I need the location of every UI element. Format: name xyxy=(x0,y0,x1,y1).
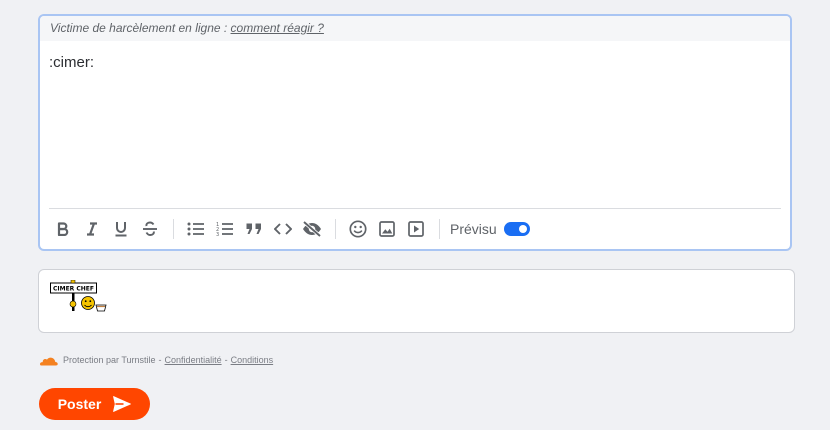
image-icon[interactable] xyxy=(373,215,401,243)
turnstile-footer: Protection par Turnstile - Confidentiali… xyxy=(38,353,273,367)
numbered-list-icon[interactable]: 123 xyxy=(211,215,239,243)
spoiler-hidden-icon[interactable] xyxy=(298,215,326,243)
message-editor[interactable]: Victime de harcèlement en ligne : commen… xyxy=(38,14,792,251)
harassment-notice: Victime de harcèlement en ligne : commen… xyxy=(40,16,790,41)
protection-text: Protection par Turnstile xyxy=(63,355,156,365)
privacy-link[interactable]: Confidentialité xyxy=(165,355,222,365)
how-to-react-link[interactable]: comment réagir ? xyxy=(231,21,324,35)
cloudflare-icon xyxy=(40,357,58,365)
send-icon xyxy=(113,396,132,412)
preview-toggle[interactable] xyxy=(503,222,530,236)
preview-label: Prévisu xyxy=(450,221,497,237)
separator: - xyxy=(158,355,162,365)
post-button-label: Poster xyxy=(57,396,102,412)
post-button[interactable]: Poster xyxy=(39,388,150,420)
strikethrough-icon[interactable] xyxy=(136,215,164,243)
video-icon[interactable] xyxy=(402,215,430,243)
svg-text:3: 3 xyxy=(216,232,219,237)
notice-text: Victime de harcèlement en ligne : xyxy=(50,21,231,35)
cimer-smiley-image: CIMER CHEF xyxy=(50,280,107,312)
formatting-toolbar: 123 Prévisu xyxy=(49,208,781,249)
editor-content[interactable]: :cimer: xyxy=(49,54,94,71)
preview-toggle-knob xyxy=(518,225,527,233)
italic-icon[interactable] xyxy=(78,215,106,243)
terms-link[interactable]: Conditions xyxy=(231,355,274,365)
bold-icon[interactable] xyxy=(49,215,77,243)
bullet-list-icon[interactable] xyxy=(182,215,210,243)
separator: - xyxy=(224,355,228,365)
code-icon[interactable] xyxy=(269,215,297,243)
underline-icon[interactable] xyxy=(107,215,135,243)
toolbar-divider xyxy=(173,219,174,239)
toolbar-divider xyxy=(335,219,336,239)
svg-text:CIMER CHEF: CIMER CHEF xyxy=(53,286,94,293)
message-preview: CIMER CHEF xyxy=(38,269,795,333)
toolbar-divider xyxy=(439,219,440,239)
emoji-icon[interactable] xyxy=(344,215,372,243)
quote-icon[interactable] xyxy=(240,215,268,243)
